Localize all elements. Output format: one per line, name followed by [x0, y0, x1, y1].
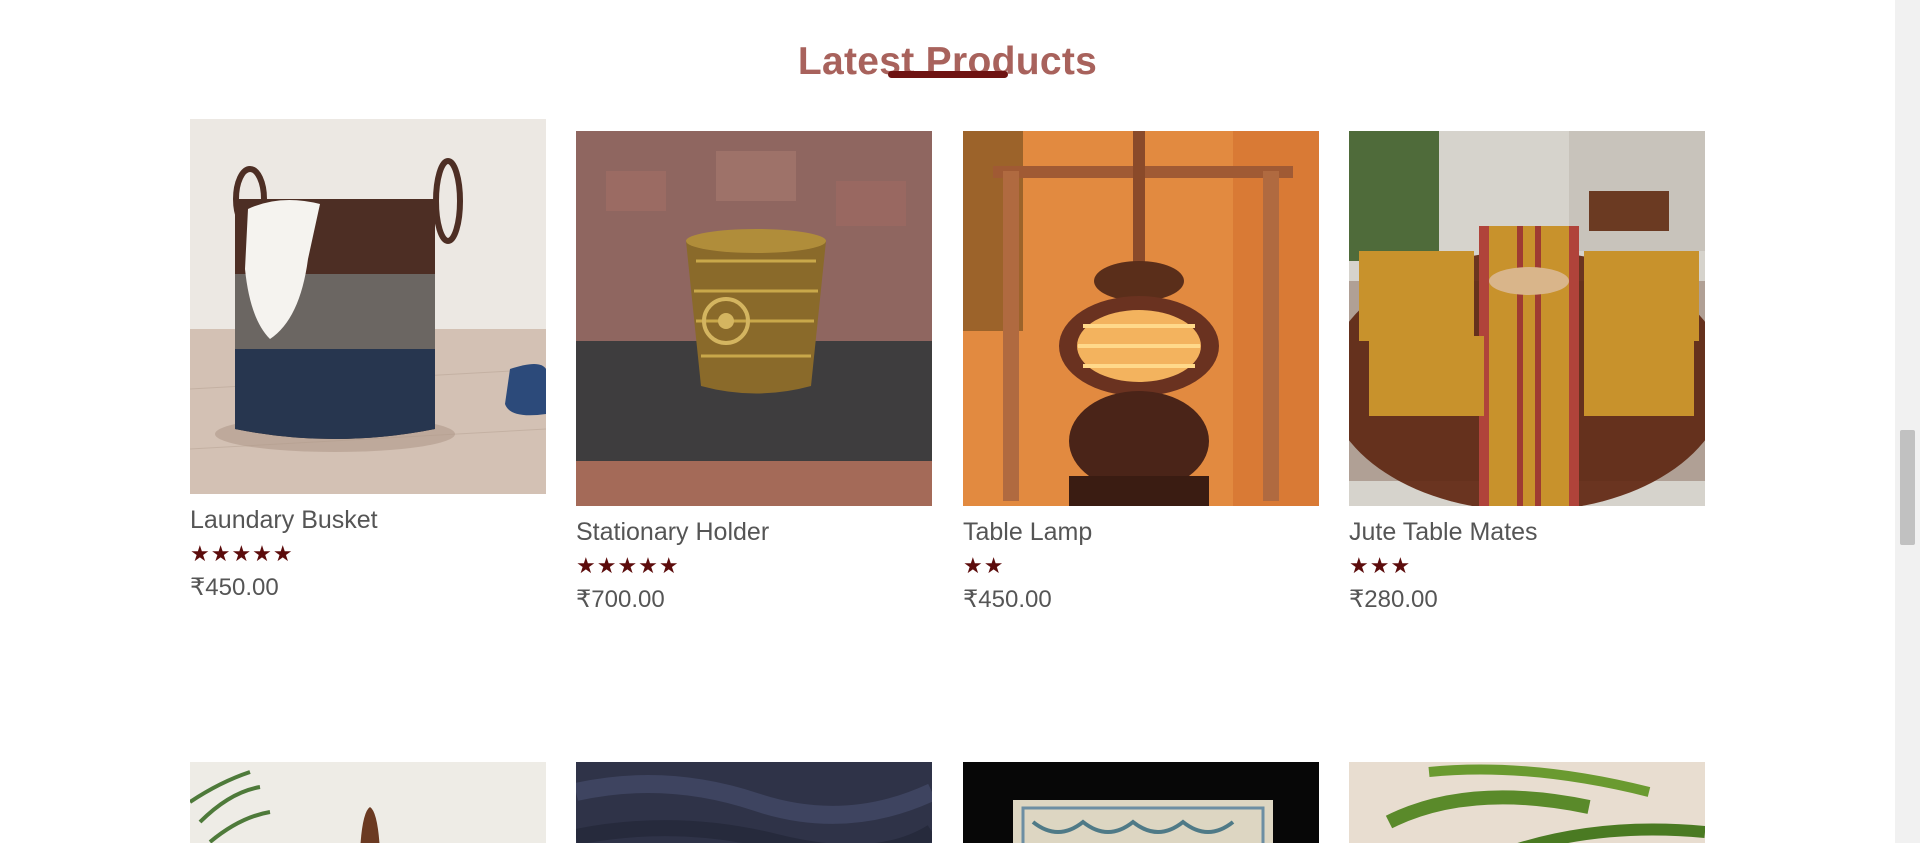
- product-image-jute-table-mates[interactable]: [1349, 131, 1705, 506]
- product-image-stationary-holder[interactable]: [576, 131, 932, 506]
- page: Latest Products Laundary Busket ★★★★★ ₹4…: [0, 0, 1895, 843]
- vertical-scrollbar[interactable]: [1895, 0, 1920, 843]
- scrollbar-thumb[interactable]: [1900, 430, 1915, 545]
- product-image-row2-4[interactable]: [1349, 762, 1705, 843]
- star-rating: ★★★: [1349, 553, 1412, 578]
- star-rating: ★★★★★: [190, 541, 294, 566]
- product-name[interactable]: Stationary Holder: [576, 518, 932, 547]
- star-rating: ★★: [963, 553, 1005, 578]
- title-underline: [888, 71, 1008, 78]
- product-name[interactable]: Table Lamp: [963, 518, 1319, 547]
- product-card-stationary-holder[interactable]: Stationary Holder ★★★★★ ₹700.00: [576, 131, 932, 614]
- product-price: ₹280.00: [1349, 586, 1438, 613]
- product-card-jute-table-mates[interactable]: Jute Table Mates ★★★ ₹280.00: [1349, 131, 1705, 614]
- product-price: ₹450.00: [190, 574, 279, 601]
- product-image-table-lamp[interactable]: [963, 131, 1319, 506]
- product-name[interactable]: Jute Table Mates: [1349, 518, 1705, 547]
- star-rating: ★★★★★: [576, 553, 680, 578]
- product-card-laundry-basket[interactable]: Laundary Busket ★★★★★ ₹450.00: [190, 119, 546, 602]
- product-image-laundry-basket[interactable]: [190, 119, 546, 494]
- product-price: ₹450.00: [963, 586, 1052, 613]
- product-image-row2-2[interactable]: [576, 762, 932, 843]
- product-price: ₹700.00: [576, 586, 665, 613]
- product-image-row2-1[interactable]: [190, 762, 546, 843]
- product-name[interactable]: Laundary Busket: [190, 506, 546, 535]
- product-card-table-lamp[interactable]: Table Lamp ★★ ₹450.00: [963, 131, 1319, 614]
- product-image-row2-3[interactable]: [963, 762, 1319, 843]
